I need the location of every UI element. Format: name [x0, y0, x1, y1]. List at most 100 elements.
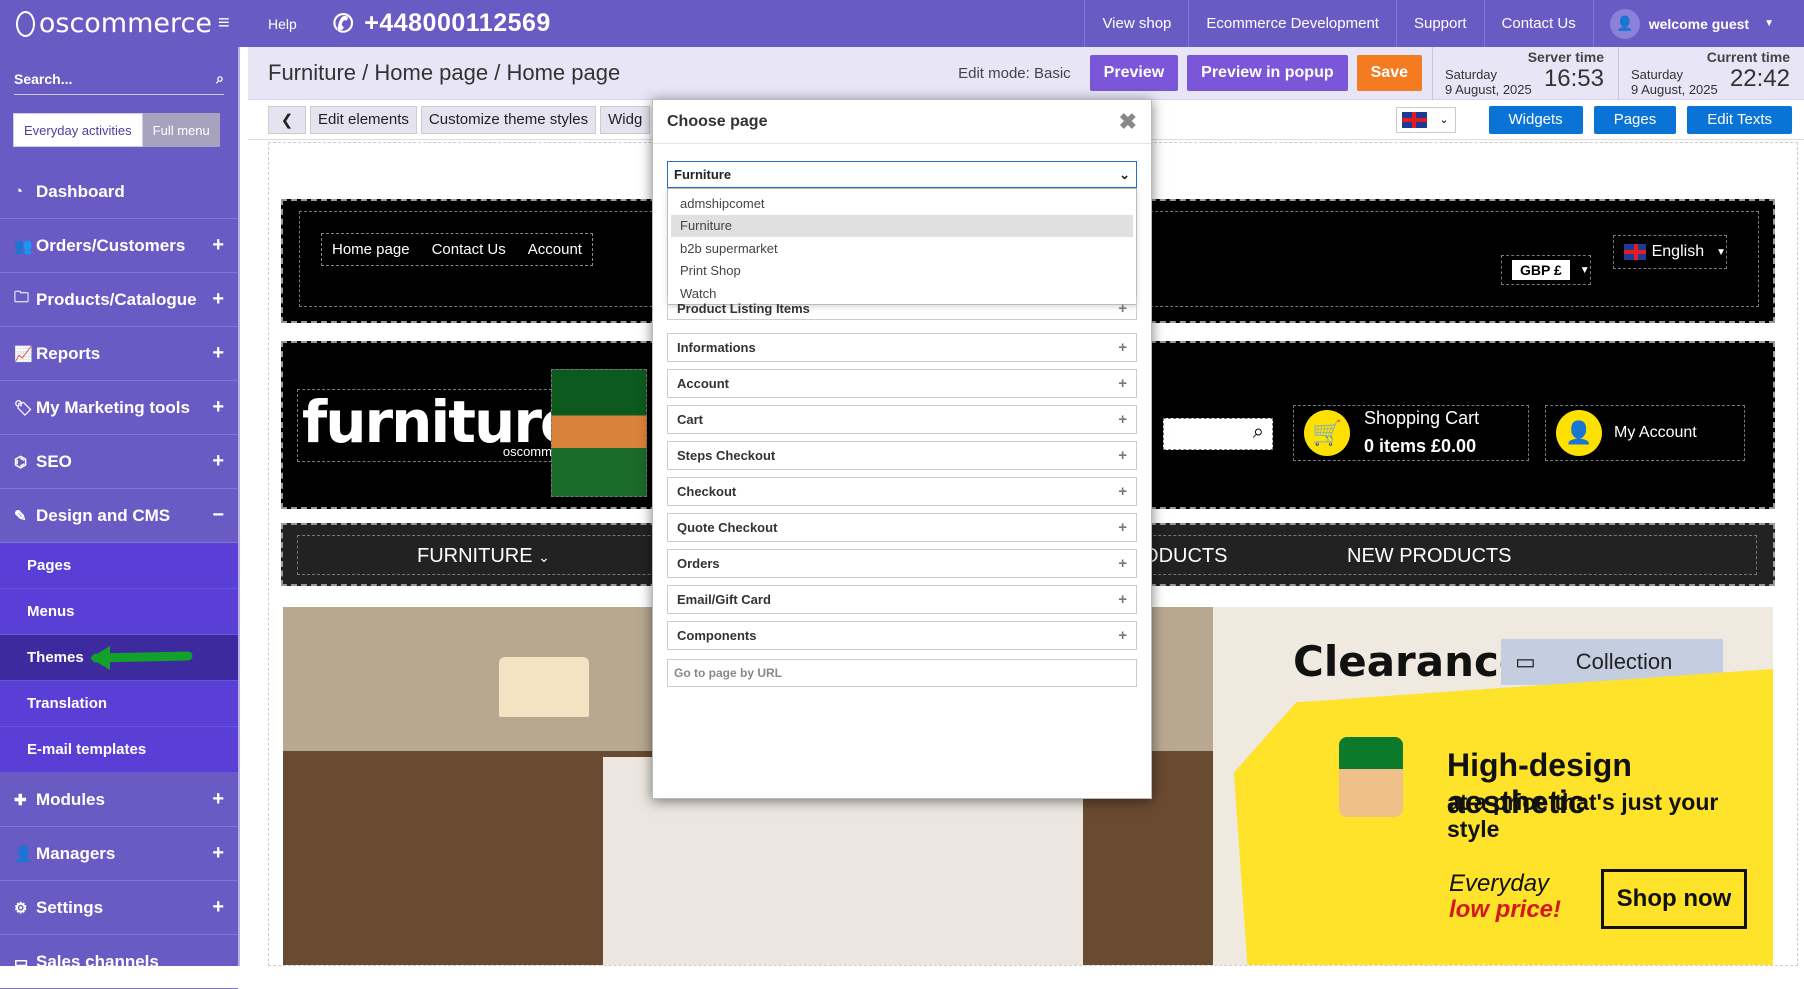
preview-mascot-image: [551, 369, 647, 497]
shop-now-button[interactable]: Shop now: [1601, 869, 1747, 929]
preview-nav-home[interactable]: Home page: [332, 241, 410, 258]
section-components[interactable]: Components +: [667, 621, 1137, 650]
preview-my-account[interactable]: 👤 My Account: [1545, 405, 1745, 461]
menu-mode-toggle: Everyday activities Full menu: [13, 113, 238, 147]
sidebar-subitem-translation[interactable]: Translation: [0, 681, 238, 727]
section-checkout[interactable]: Checkout +: [667, 477, 1137, 506]
section-cart[interactable]: Cart +: [667, 405, 1137, 434]
collapse-minus-icon[interactable]: −: [212, 504, 224, 527]
close-icon[interactable]: ✖: [1119, 109, 1137, 135]
dropdown-option[interactable]: admshipcomet: [671, 192, 1133, 215]
help-link[interactable]: Help: [268, 16, 297, 32]
section-label: Cart: [677, 412, 704, 427]
expand-plus-icon: +: [1118, 591, 1127, 608]
current-date-text: 9 August, 2025: [1631, 81, 1718, 97]
search-icon[interactable]: ⌕: [216, 70, 224, 87]
user-menu[interactable]: 👤 welcome guest ▼: [1592, 0, 1804, 47]
preview-cart[interactable]: 🛒 Shopping Cart 0 items £0.00: [1293, 405, 1529, 461]
edit-elements-tab[interactable]: Edit elements: [310, 105, 417, 134]
section-product-listing-items[interactable]: Product Listing Items +: [667, 297, 1137, 320]
current-date: Saturday 9 August, 2025: [1631, 67, 1718, 97]
expand-plus-icon: +: [1118, 447, 1127, 464]
support-link[interactable]: Support: [1395, 0, 1484, 47]
search-icon[interactable]: ⌕: [1253, 421, 1264, 444]
section-quote-checkout[interactable]: Quote Checkout +: [667, 513, 1137, 542]
dropdown-option[interactable]: b2b supermarket: [671, 237, 1133, 260]
sidebar-item-design-cms[interactable]: ✎ Design and CMS −: [0, 489, 238, 543]
preview-nav-account[interactable]: Account: [528, 241, 582, 258]
contact-us-link[interactable]: Contact Us: [1483, 0, 1593, 47]
section-email-gift-card[interactable]: Email/Gift Card +: [667, 585, 1137, 614]
customize-theme-styles-tab[interactable]: Customize theme styles: [420, 105, 597, 134]
sidebar-item-settings[interactable]: ⚙ Settings +: [0, 881, 238, 935]
sidebar-item-managers[interactable]: 👤 Managers +: [0, 827, 238, 881]
section-account[interactable]: Account +: [667, 369, 1137, 398]
dropdown-option[interactable]: Print Shop: [671, 260, 1133, 283]
preview-logo[interactable]: furniture oscommerce: [297, 389, 583, 462]
ecommerce-development-link[interactable]: Ecommerce Development: [1188, 0, 1396, 47]
theme-dropdown-list: admshipcomet Furniture b2b supermarket P…: [667, 188, 1137, 305]
tag-icon: 🏷: [14, 399, 34, 417]
expand-plus-icon: +: [1118, 375, 1127, 392]
preview-nav-contact[interactable]: Contact Us: [432, 241, 506, 258]
sidebar-subitem-email-templates[interactable]: E-mail templates: [0, 727, 238, 773]
brand-logo[interactable]: oscommerce: [0, 8, 212, 39]
save-button[interactable]: Save: [1356, 55, 1422, 91]
expand-plus-icon[interactable]: +: [212, 450, 224, 473]
search-input[interactable]: Search...: [14, 71, 72, 87]
go-to-page-url-input[interactable]: Go to page by URL: [667, 659, 1137, 687]
language-select[interactable]: ⌄: [1395, 106, 1456, 133]
hamburger-menu-icon[interactable]: ≡: [218, 12, 238, 35]
preview-language-select[interactable]: English ▼: [1613, 235, 1727, 269]
sidebar-item-seo[interactable]: ⌬ SEO +: [0, 435, 238, 489]
preview-search-box[interactable]: ⌕: [1163, 418, 1273, 450]
everyday-activities-button[interactable]: Everyday activities: [13, 113, 143, 147]
sidebar-item-products-catalogue[interactable]: 🗀 Products/Catalogue +: [0, 273, 238, 327]
top-nav: View shop Ecommerce Development Support …: [1084, 0, 1804, 47]
modal-header: Choose page ✖: [653, 100, 1151, 144]
sidebar-subitem-themes[interactable]: Themes: [0, 635, 238, 681]
sidebar-item-modules[interactable]: ✚ Modules +: [0, 773, 238, 827]
section-steps-checkout[interactable]: Steps Checkout +: [667, 441, 1137, 470]
expand-plus-icon[interactable]: +: [212, 342, 224, 365]
sidebar-item-sales-channels[interactable]: ▭ Sales channels: [0, 935, 238, 989]
full-menu-button[interactable]: Full menu: [142, 113, 220, 147]
view-shop-link[interactable]: View shop: [1084, 0, 1188, 47]
preview-in-popup-button[interactable]: Preview in popup: [1187, 55, 1348, 91]
widgets-button[interactable]: Widgets: [1488, 105, 1583, 134]
section-label: Product Listing Items: [677, 300, 810, 316]
currency-value: GBP £: [1512, 260, 1570, 280]
sidebar-subitem-pages[interactable]: Pages: [0, 543, 238, 589]
expand-plus-icon[interactable]: +: [212, 842, 224, 865]
section-label: Checkout: [677, 484, 737, 499]
expand-plus-icon[interactable]: +: [212, 288, 224, 311]
back-button[interactable]: ❮: [268, 105, 306, 134]
section-informations[interactable]: Informations +: [667, 333, 1137, 362]
banner-mascot: [1339, 737, 1403, 817]
widgets-tab[interactable]: Widg: [600, 105, 651, 134]
section-orders[interactable]: Orders +: [667, 549, 1137, 578]
expand-plus-icon[interactable]: +: [212, 896, 224, 919]
menu-new-products[interactable]: NEW PRODUCTS: [1347, 545, 1511, 568]
preview-currency-select[interactable]: GBP £ ▼: [1501, 255, 1591, 285]
sidebar-item-marketing-tools[interactable]: 🏷 My Marketing tools +: [0, 381, 238, 435]
expand-plus-icon[interactable]: +: [212, 396, 224, 419]
user-icon: 👤: [14, 845, 33, 863]
edit-mode-label: Edit mode: Basic: [958, 64, 1071, 82]
sidebar-item-orders-customers[interactable]: 👥 Orders/Customers +: [0, 219, 238, 273]
dashboard-icon: ◔: [14, 183, 24, 200]
pages-button[interactable]: Pages: [1593, 105, 1677, 134]
expand-plus-icon[interactable]: +: [212, 788, 224, 811]
sidebar-item-reports[interactable]: 📈 Reports +: [0, 327, 238, 381]
section-label: Quote Checkout: [677, 520, 778, 535]
sidebar-subitem-menus[interactable]: Menus: [0, 589, 238, 635]
sidebar-search[interactable]: Search... ⌕: [14, 63, 224, 95]
sidebar-item-dashboard[interactable]: ◔ Dashboard: [0, 165, 238, 219]
menu-furniture[interactable]: FURNITURE ⌄: [417, 545, 550, 568]
dropdown-option[interactable]: Furniture: [671, 214, 1133, 237]
section-label: Components: [677, 628, 757, 643]
expand-plus-icon[interactable]: +: [212, 234, 224, 257]
theme-select[interactable]: Furniture ⌄: [667, 161, 1137, 188]
preview-button[interactable]: Preview: [1089, 55, 1179, 91]
edit-texts-button[interactable]: Edit Texts: [1687, 105, 1792, 134]
